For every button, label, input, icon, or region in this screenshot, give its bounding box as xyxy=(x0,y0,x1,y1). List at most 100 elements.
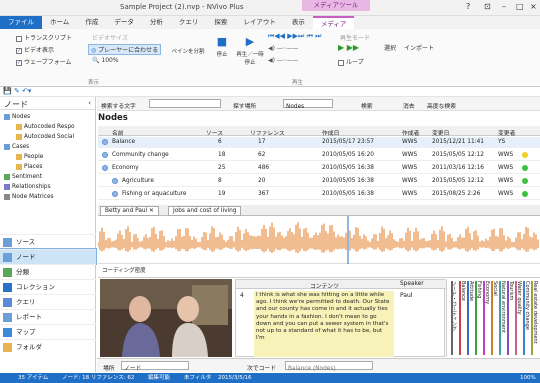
tab-layout[interactable]: レイアウト xyxy=(235,16,284,29)
coding-stripe[interactable]: Natural environment xyxy=(499,281,506,355)
table-row[interactable]: Agriculture 8 20 2010/05/05 16:38 WWS 2015/05… xyxy=(98,176,540,187)
nav-section[interactable]: フォルダ xyxy=(0,339,96,354)
tab-analyze[interactable]: 分析 xyxy=(142,16,171,29)
edit-icon[interactable]: ✎ xyxy=(14,87,20,95)
coding-stripe[interactable]: Community change xyxy=(523,281,530,355)
table-row[interactable]: Balance 6 17 2015/05/17 23:57 WWS 2015/12/21 … xyxy=(98,137,540,148)
ribbon-options-button[interactable]: ⊡ xyxy=(484,2,491,11)
minimize-button[interactable]: – xyxy=(502,2,506,11)
col-references[interactable]: リファレンス xyxy=(250,128,285,137)
checkbox-box: ✓ xyxy=(16,59,22,66)
tab-view[interactable]: 表示 xyxy=(284,16,313,29)
tree-item[interactable]: Autocoded Social xyxy=(0,132,95,142)
tree-item[interactable]: Node Matrices xyxy=(0,192,95,202)
collapse-icon[interactable]: ‹ xyxy=(88,99,91,107)
tree-item[interactable]: Autocoded Respo xyxy=(0,122,95,132)
node-name-field[interactable]: Balance (Nodes) xyxy=(285,361,373,372)
split-pane-button[interactable]: ペインを分割 xyxy=(168,47,208,55)
media-tools-context: メディアツール xyxy=(302,0,370,11)
coding-density: コーディング密度 xyxy=(98,264,540,278)
nav-section[interactable]: 分類 xyxy=(0,264,96,279)
video-display-checkbox[interactable]: ✓ ビデオ表示 xyxy=(16,45,54,54)
tab-home[interactable]: ホーム xyxy=(42,16,77,29)
col-sources[interactable]: ソース xyxy=(206,128,223,137)
checkbox-box xyxy=(338,59,344,66)
node-folder-icon xyxy=(4,113,10,120)
playback-mode-buttons[interactable]: ▶ ▶▶ xyxy=(338,43,359,52)
stop-button[interactable]: ■ 停止 xyxy=(212,35,232,58)
transcript-speaker[interactable]: Paul xyxy=(400,292,413,299)
tab-file[interactable]: ファイル xyxy=(0,16,42,29)
col-modifier[interactable]: 変更者 xyxy=(498,128,515,137)
tab-explore[interactable]: 探索 xyxy=(206,16,235,29)
coding-stripe[interactable]: Real estate development xyxy=(531,281,538,355)
playback-mode-label: 再生モード xyxy=(340,35,371,42)
in-label: 場所 xyxy=(103,366,115,372)
table-row[interactable]: Fishing or aquaculture 19 367 2010/05/05 16… xyxy=(98,189,540,200)
table-row[interactable]: Community change 18 62 2010/05/05 16:20 WWS 2… xyxy=(98,150,540,161)
tree-item[interactable]: People xyxy=(0,152,95,162)
coding-stripe[interactable]: Balance xyxy=(459,281,466,355)
video-size-option[interactable]: ビデオサイズ xyxy=(92,33,128,42)
coding-stripe[interactable]: Social xyxy=(491,281,498,355)
tab-create[interactable]: 作成 xyxy=(77,16,106,29)
fit-player-option[interactable]: ◎ プレーヤーに合わせる xyxy=(88,44,162,55)
help-button[interactable]: ? xyxy=(466,2,470,11)
node-type-field[interactable]: ノード xyxy=(121,361,189,372)
tab-query[interactable]: クエリ xyxy=(171,16,207,29)
select-button[interactable]: 選択 xyxy=(384,43,396,52)
node-folder-icon xyxy=(4,193,10,200)
coding-stripe[interactable]: Tourism xyxy=(507,281,514,355)
nav-section[interactable]: クエリ xyxy=(0,294,96,309)
transcript-checkbox[interactable]: トランスクリプト xyxy=(16,33,72,42)
doc-tab-betty-paul[interactable]: Betty and Paul ✕ xyxy=(100,206,159,216)
nav-section[interactable]: レポート xyxy=(0,309,96,324)
col-creator[interactable]: 作成者 xyxy=(402,128,419,137)
coding-stripe[interactable]: Water quality xyxy=(515,281,522,355)
coding-stripe[interactable]: Attitude xyxy=(467,281,474,355)
transport-controls[interactable]: ⏮◀◀ ▶▶⏭ ⏮ ⏭ xyxy=(268,32,321,41)
transcript-content[interactable]: I think is what she was hitting on a lit… xyxy=(254,291,394,357)
tree-item[interactable]: Sentiment xyxy=(0,172,95,182)
close-button[interactable]: × xyxy=(530,2,537,11)
coding-stripe[interactable]: Economy xyxy=(483,281,490,355)
tree-item[interactable]: Relationships xyxy=(0,182,95,192)
find-now-button[interactable]: 検索 xyxy=(361,101,373,110)
maximize-button[interactable]: □ xyxy=(516,2,524,11)
nav-section[interactable]: ノード xyxy=(0,248,97,265)
coding-stripe[interactable]: ノード・コーディング xyxy=(451,281,458,355)
col-created[interactable]: 作成日 xyxy=(322,128,339,137)
search-input[interactable] xyxy=(149,99,221,108)
table-row[interactable]: Economy 25 486 2010/05/05 16:38 WWS 2011/03/1… xyxy=(98,163,540,174)
tab-data[interactable]: データ xyxy=(106,16,142,29)
zoom-option[interactable]: 🔍 100% xyxy=(92,57,119,64)
video-player[interactable] xyxy=(100,279,232,357)
nav-section[interactable]: マップ xyxy=(0,324,96,339)
cell-modifier: WWS xyxy=(498,152,514,158)
nav-section[interactable]: コレクション xyxy=(0,279,96,294)
waveform[interactable] xyxy=(97,216,540,264)
advanced-find-button[interactable]: 高度な検索 xyxy=(427,101,456,110)
waveform-checkbox[interactable]: ✓ ウェーブフォーム xyxy=(16,57,71,66)
clear-button[interactable]: 消去 xyxy=(403,101,415,110)
doc-tab-jobs[interactable]: Jobs and cost of living xyxy=(168,206,242,216)
search-in-field[interactable]: Nodes xyxy=(283,99,333,110)
volume-slider[interactable]: ◀) —◦—— xyxy=(268,45,298,52)
undo-icon[interactable]: ↶▾ xyxy=(22,87,31,95)
col-modified[interactable]: 変更日 xyxy=(432,128,449,137)
save-icon[interactable]: 💾 xyxy=(3,87,12,95)
loop-checkbox[interactable]: ループ xyxy=(338,57,364,66)
coding-stripe[interactable]: Fishing xyxy=(475,281,482,355)
col-name[interactable]: 名前 xyxy=(112,128,124,137)
tree-item[interactable]: Cases xyxy=(0,142,95,152)
rate-slider[interactable]: ◀) —◦—— xyxy=(268,57,298,64)
play-pause-button[interactable]: ▶ 再生／一時停止 xyxy=(236,35,264,66)
import-button[interactable]: インポート xyxy=(404,43,434,52)
tree-item[interactable]: Places xyxy=(0,162,95,172)
tree-item[interactable]: Nodes xyxy=(0,112,95,122)
node-folder-icon xyxy=(4,173,10,180)
coding-stripes: ノード・コーディング Balance Attitude Fishing Economy S… xyxy=(446,279,540,357)
nav-section[interactable]: ソース xyxy=(0,234,96,249)
close-tab-icon[interactable]: ✕ xyxy=(149,208,154,214)
tab-media[interactable]: メディア xyxy=(312,16,355,29)
